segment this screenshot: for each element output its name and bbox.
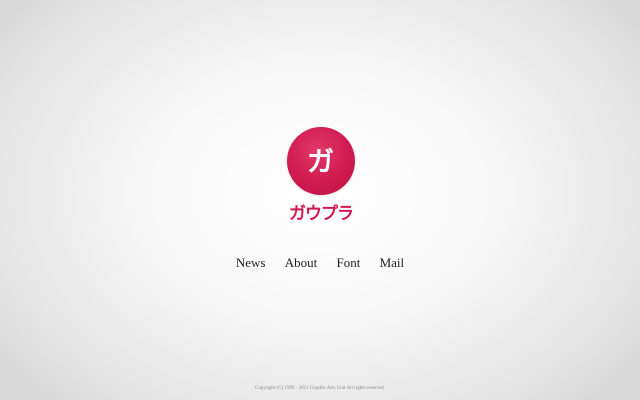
- nav-link-about[interactable]: About: [285, 255, 318, 270]
- logo-glyph: ガ: [307, 146, 334, 178]
- copyright-footer: Copyright (C) 1999 - 2011 Graphic Arts U…: [255, 386, 385, 391]
- logo-icon: ガ: [287, 127, 355, 195]
- nav-link-news[interactable]: News: [236, 255, 266, 270]
- logo-wordmark: ガウプラ: [289, 204, 354, 224]
- main-nav: News About Font Mail: [0, 254, 640, 272]
- nav-link-mail[interactable]: Mail: [380, 255, 405, 270]
- nav-link-font[interactable]: Font: [336, 255, 360, 270]
